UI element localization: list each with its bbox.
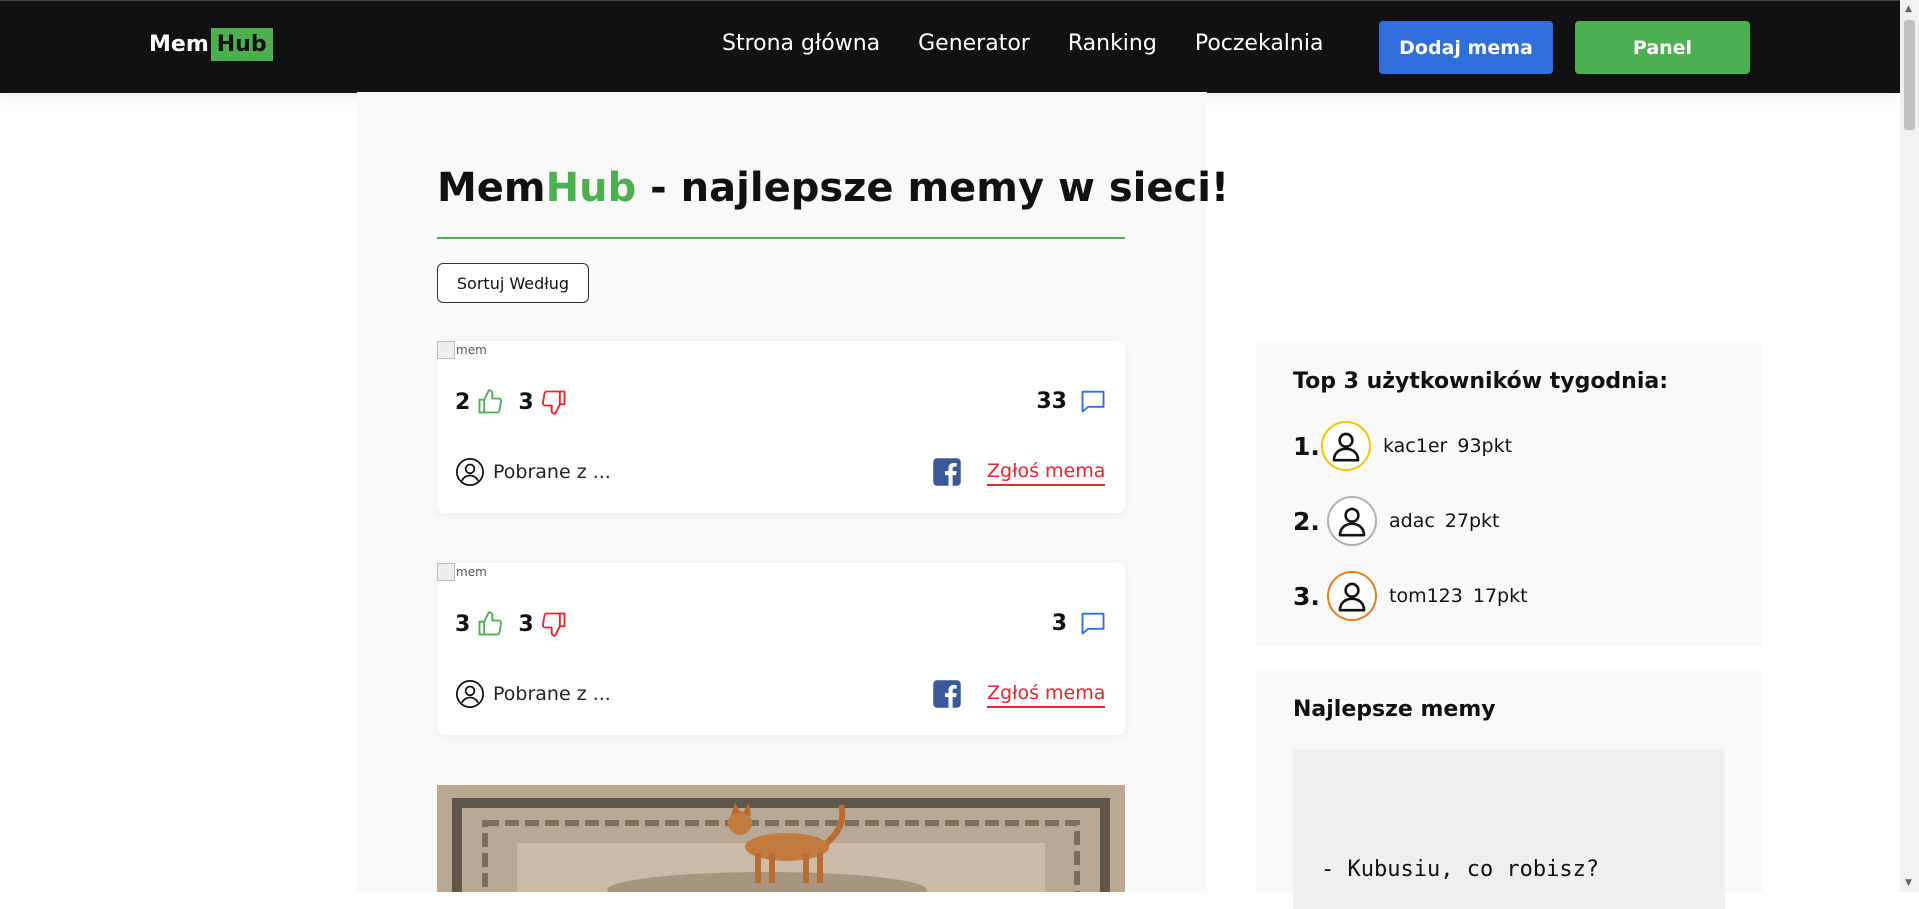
votes: 3 3 bbox=[455, 609, 582, 639]
sort-button[interactable]: Sortuj Według bbox=[437, 263, 589, 303]
thumbs-down-icon[interactable] bbox=[540, 387, 568, 417]
top-user-row[interactable]: 3. tom123 17pkt bbox=[1293, 571, 1528, 621]
dislike-count: 3 bbox=[518, 389, 534, 415]
meme-source: Pobrane z ... bbox=[455, 457, 611, 487]
meme-image-broken[interactable]: mem bbox=[437, 341, 487, 359]
facebook-share[interactable] bbox=[932, 457, 962, 491]
best-memes-box: Najlepsze memy - Kubusiu, co robisz? bbox=[1256, 671, 1762, 909]
meme-image-alt: mem bbox=[456, 343, 487, 357]
source-text: Pobrane z ... bbox=[493, 683, 611, 705]
meme-card: mem 2 3 33 Pobrane z ... Zgłoś mema bbox=[437, 341, 1125, 513]
panel-button[interactable]: Panel bbox=[1575, 21, 1750, 74]
meme-source: Pobrane z ... bbox=[455, 679, 611, 709]
rank-points: 17pkt bbox=[1472, 585, 1528, 607]
comment-count: 3 bbox=[1051, 610, 1067, 636]
facebook-share[interactable] bbox=[932, 679, 962, 713]
logo[interactable]: Mem Hub bbox=[149, 28, 273, 61]
nav-links: Strona główna Generator Ranking Poczekal… bbox=[722, 31, 1323, 56]
avatar bbox=[1327, 571, 1377, 621]
thumbs-down-icon[interactable] bbox=[540, 609, 568, 639]
comment-count: 33 bbox=[1036, 388, 1067, 414]
title-mem: Mem bbox=[437, 165, 546, 211]
top-users-title: Top 3 użytkowników tygodnia: bbox=[1293, 369, 1669, 394]
cat-on-mosaic-image bbox=[437, 785, 1125, 892]
user-icon bbox=[1338, 582, 1366, 612]
rank-place: 3. bbox=[1293, 581, 1320, 611]
top-users-box: Top 3 użytkowników tygodnia: 1. kac1er 9… bbox=[1256, 343, 1762, 646]
best-meme-image[interactable]: - Kubusiu, co robisz? bbox=[1293, 749, 1725, 909]
user-circle-icon bbox=[456, 680, 484, 708]
broken-image-icon bbox=[437, 341, 455, 359]
facebook-icon[interactable] bbox=[932, 457, 962, 487]
title-rest: - najlepsze memy w sieci! bbox=[636, 165, 1230, 211]
meme-image[interactable] bbox=[437, 785, 1125, 892]
user-circle-icon bbox=[456, 458, 484, 486]
logo-mem: Mem bbox=[149, 32, 209, 57]
source-text: Pobrane z ... bbox=[493, 461, 611, 483]
like-count: 3 bbox=[455, 611, 471, 637]
rank-place: 2. bbox=[1293, 506, 1320, 536]
top-navbar: Mem Hub Strona główna Generator Ranking … bbox=[0, 0, 1900, 93]
best-memes-title: Najlepsze memy bbox=[1293, 697, 1496, 722]
scrollbar-thumb[interactable] bbox=[1904, 20, 1915, 130]
like-count: 2 bbox=[455, 389, 471, 415]
scrollbar[interactable]: ▲ ▼ bbox=[1900, 0, 1919, 892]
broken-image-icon bbox=[437, 563, 455, 581]
rank-points: 93pkt bbox=[1457, 435, 1513, 457]
meme-card: mem 3 3 3 Pobrane z ... Zgłoś mema bbox=[437, 563, 1125, 735]
thumbs-up-icon[interactable] bbox=[476, 609, 504, 639]
comments[interactable]: 33 bbox=[1036, 387, 1107, 415]
votes: 2 3 bbox=[455, 387, 582, 417]
title-divider bbox=[437, 237, 1125, 239]
title-hub: Hub bbox=[545, 165, 637, 211]
nav-link-generator[interactable]: Generator bbox=[918, 31, 1030, 56]
best-meme-caption: - Kubusiu, co robisz? bbox=[1321, 857, 1600, 882]
nav-link-waiting-room[interactable]: Poczekalnia bbox=[1195, 31, 1324, 56]
add-meme-button[interactable]: Dodaj mema bbox=[1379, 21, 1553, 74]
nav-link-ranking[interactable]: Ranking bbox=[1068, 31, 1157, 56]
report-meme-link[interactable]: Zgłoś mema bbox=[987, 682, 1106, 708]
scroll-down-arrow-icon[interactable]: ▼ bbox=[1905, 878, 1912, 888]
rank-points: 27pkt bbox=[1444, 510, 1500, 532]
comment-icon[interactable] bbox=[1079, 387, 1107, 415]
avatar bbox=[1327, 496, 1377, 546]
report-meme-link[interactable]: Zgłoś mema bbox=[987, 460, 1106, 486]
rank-place: 1. bbox=[1293, 431, 1320, 461]
comment-icon[interactable] bbox=[1079, 609, 1107, 637]
meme-image-alt: mem bbox=[456, 565, 487, 579]
top-user-row[interactable]: 2. adac 27pkt bbox=[1293, 496, 1500, 546]
meme-image-broken[interactable]: mem bbox=[437, 563, 487, 581]
facebook-icon[interactable] bbox=[932, 679, 962, 709]
page-title: MemHub - najlepsze memy w sieci! bbox=[437, 165, 1229, 211]
rank-username: tom123 bbox=[1389, 585, 1463, 607]
dislike-count: 3 bbox=[518, 611, 534, 637]
rank-username: adac bbox=[1389, 510, 1435, 532]
user-icon bbox=[1332, 432, 1360, 462]
comments[interactable]: 3 bbox=[1052, 609, 1107, 637]
avatar bbox=[1321, 421, 1371, 471]
scroll-up-arrow-icon[interactable]: ▲ bbox=[1905, 4, 1912, 14]
rank-username: kac1er bbox=[1383, 435, 1448, 457]
nav-link-home[interactable]: Strona główna bbox=[722, 31, 880, 56]
user-icon bbox=[1338, 507, 1366, 537]
top-user-row[interactable]: 1. kac1er 93pkt bbox=[1293, 421, 1512, 471]
thumbs-up-icon[interactable] bbox=[476, 387, 504, 417]
logo-hub: Hub bbox=[210, 28, 273, 61]
